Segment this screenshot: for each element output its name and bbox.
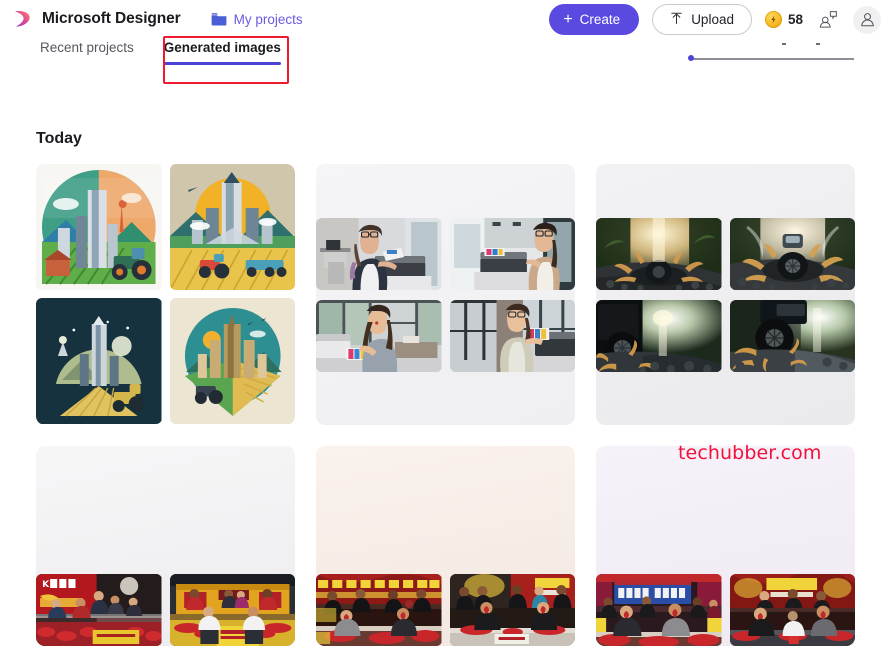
generated-image-thumbnail[interactable]: K: [36, 574, 162, 646]
credits-value: 58: [787, 12, 803, 27]
tab-recent-projects-label: Recent projects: [40, 40, 134, 55]
generated-image-thumbnail[interactable]: [729, 574, 855, 646]
folder-icon: [211, 12, 227, 26]
top-bar: Microsoft Designer My projects + Create …: [0, 0, 890, 38]
tab-indicator-inactive: [40, 62, 134, 65]
generated-image-thumbnail[interactable]: [729, 299, 855, 372]
generated-images-grid: K: [36, 164, 858, 646]
credits-indicator[interactable]: 58: [764, 11, 803, 28]
top-bar-actions: + Create Upload 58: [549, 4, 881, 35]
lightning-coin-icon: [764, 11, 782, 28]
upload-button-label: Upload: [691, 12, 734, 27]
upload-arrow-icon: [670, 12, 683, 28]
generated-image-thumbnail[interactable]: [449, 299, 575, 372]
tab-recent-projects[interactable]: Recent projects: [40, 40, 134, 71]
result-card[interactable]: [316, 446, 575, 646]
create-button[interactable]: + Create: [549, 4, 640, 35]
generated-image-thumbnail[interactable]: [449, 217, 575, 290]
generated-image-thumbnail[interactable]: [449, 574, 575, 646]
zoom-slider-track: [692, 58, 854, 60]
page-title: Microsoft Designer: [42, 10, 181, 27]
section-title: Today: [36, 130, 82, 147]
generated-image-thumbnail[interactable]: [36, 164, 162, 290]
brand-zone: Microsoft Designer My projects: [0, 8, 303, 30]
generated-image-thumbnail[interactable]: [596, 217, 722, 290]
result-card[interactable]: [36, 164, 295, 425]
zoom-slider-thumb[interactable]: [688, 55, 694, 61]
generated-image-thumbnail[interactable]: [316, 217, 442, 290]
svg-text:K: K: [42, 580, 50, 590]
generated-image-thumbnail[interactable]: [729, 217, 855, 290]
result-card[interactable]: [596, 446, 855, 646]
my-projects-link[interactable]: My projects: [211, 12, 303, 27]
result-card[interactable]: [316, 164, 575, 425]
result-card[interactable]: [596, 164, 855, 425]
zoom-slider[interactable]: [688, 54, 854, 64]
generated-image-thumbnail[interactable]: [169, 298, 295, 424]
result-card[interactable]: K: [36, 446, 295, 646]
generated-image-thumbnail[interactable]: [36, 298, 162, 424]
upload-button[interactable]: Upload: [652, 4, 752, 35]
generated-image-thumbnail[interactable]: [316, 574, 442, 646]
tab-bar: Recent projects Generated images: [40, 40, 281, 71]
designer-swirl-logo-icon: [11, 8, 33, 30]
generated-image-thumbnail[interactable]: [169, 164, 295, 290]
my-projects-label: My projects: [233, 11, 303, 27]
generated-image-thumbnail[interactable]: [169, 574, 295, 646]
account-avatar-icon[interactable]: [853, 5, 881, 34]
tab-generated-images-label: Generated images: [163, 40, 281, 55]
tab-indicator-active: [163, 62, 281, 65]
generated-image-thumbnail[interactable]: [596, 574, 722, 646]
plus-icon: +: [563, 10, 573, 28]
tab-generated-images[interactable]: Generated images: [163, 40, 281, 71]
generated-image-thumbnail[interactable]: [316, 299, 442, 372]
create-button-label: Create: [579, 12, 621, 27]
feedback-person-icon[interactable]: [816, 8, 840, 32]
generated-image-thumbnail[interactable]: [596, 299, 722, 372]
